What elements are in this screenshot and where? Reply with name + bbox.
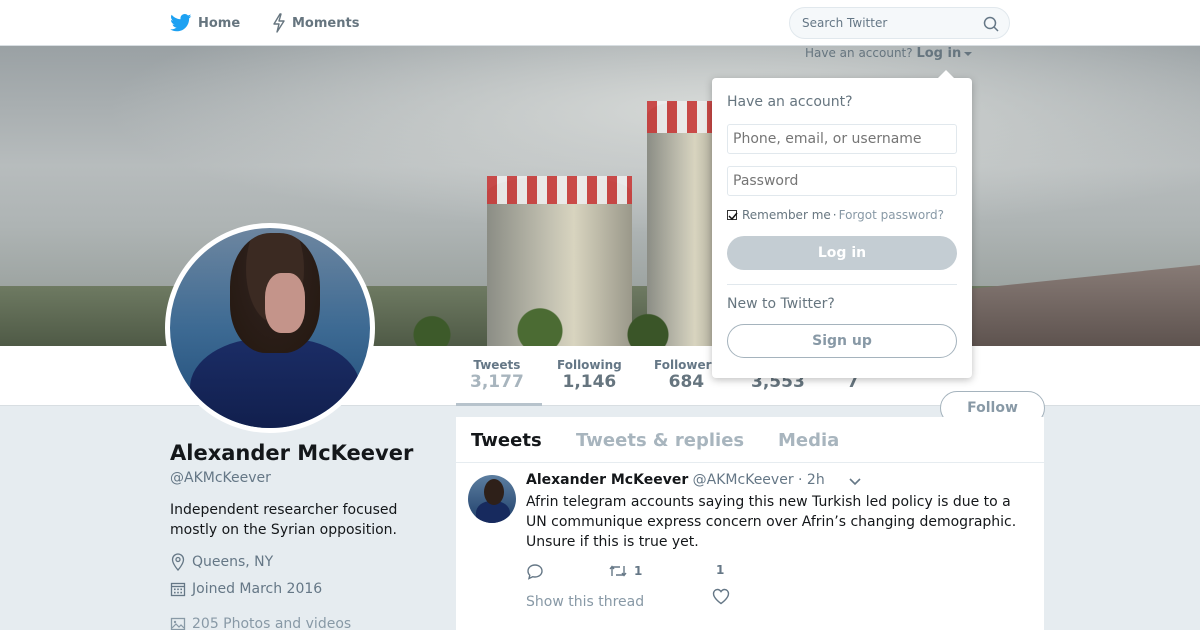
tweet-header: Alexander McKeever @AKMcKeever · 2h — [526, 472, 825, 488]
tab-tweets[interactable]: Tweets — [471, 430, 542, 451]
timeline-tabs: Tweets Tweets & replies Media — [456, 417, 1044, 463]
login-dropdown-title: Have an account? — [727, 94, 853, 110]
profile-bio: Independent researcher focused mostly on… — [170, 502, 398, 538]
login-dropdown: Have an account? Remember me · Forgot pa… — [712, 70, 972, 378]
chevron-down-icon[interactable] — [848, 477, 862, 487]
new-to-twitter-prompt: New to Twitter? — [727, 296, 835, 312]
search-icon[interactable] — [983, 16, 999, 32]
stat-label: Followers — [654, 358, 719, 372]
timeline: Tweets Tweets & replies Media Alexander … — [456, 417, 1044, 630]
like-count: 1 — [716, 563, 725, 577]
nav-moments[interactable]: Moments — [272, 0, 359, 46]
photos-videos-link[interactable]: 205 Photos and videos — [192, 616, 351, 630]
login-link[interactable]: Log in — [916, 46, 961, 61]
caret-down-icon[interactable] — [964, 51, 973, 56]
tab-media[interactable]: Media — [778, 430, 839, 451]
heart-icon[interactable] — [712, 588, 730, 605]
top-navigation-bar: Home Moments Search Twitter — [0, 0, 1200, 46]
active-stat-underline — [456, 403, 542, 406]
nav-home-label: Home — [198, 15, 241, 31]
profile-photos-videos[interactable]: 205 Photos and videos — [170, 616, 351, 630]
forgot-password-link[interactable]: Forgot password? — [839, 208, 944, 222]
profile-joined: Joined March 2016 — [170, 581, 322, 597]
twitter-bird-icon — [170, 14, 192, 32]
tweet-item[interactable]: Alexander McKeever @AKMcKeever · 2h Afri… — [456, 463, 1044, 630]
tweet-timestamp[interactable]: · 2h — [798, 472, 825, 488]
nav-moments-label: Moments — [292, 15, 360, 31]
profile-handle[interactable]: @AKMcKeever — [170, 470, 271, 486]
reply-icon[interactable] — [526, 563, 544, 580]
stat-value: 684 — [668, 372, 705, 392]
profile-avatar[interactable] — [165, 223, 375, 433]
checkmark-icon — [728, 212, 738, 221]
login-link-area[interactable]: Have an account? Log in — [805, 46, 973, 61]
location-text: Queens, NY — [192, 554, 274, 570]
stat-label: Following — [557, 358, 622, 372]
separator-dot: · — [832, 208, 837, 222]
username-field[interactable] — [727, 124, 957, 154]
nav-home[interactable]: Home — [170, 0, 240, 46]
stat-tweets[interactable]: Tweets 3,177 — [470, 358, 524, 392]
search-box[interactable]: Search Twitter — [789, 7, 1010, 39]
tweet-author-avatar[interactable] — [468, 475, 516, 523]
stat-value: 3,177 — [470, 372, 524, 392]
remember-me-checkbox[interactable] — [727, 210, 738, 221]
show-thread-link[interactable]: Show this thread — [526, 594, 644, 610]
remember-me-label[interactable]: Remember me — [742, 208, 831, 222]
tweet-author-handle[interactable]: @AKMcKeever — [693, 472, 794, 488]
divider — [727, 284, 957, 285]
location-pin-icon — [171, 553, 185, 571]
retweet-count: 1 — [634, 564, 643, 578]
signup-button[interactable]: Sign up — [727, 324, 957, 358]
tab-tweets-and-replies[interactable]: Tweets & replies — [576, 430, 744, 451]
stat-label: Tweets — [473, 358, 521, 372]
password-field[interactable] — [727, 166, 957, 196]
login-button[interactable]: Log in — [727, 236, 957, 270]
profile-name[interactable]: Alexander McKeever — [170, 441, 413, 465]
reply-action[interactable] — [526, 563, 544, 580]
tweet-text: Afrin telegram accounts saying this new … — [526, 494, 1017, 550]
retweet-action[interactable]: 1 — [608, 563, 642, 579]
image-icon — [170, 617, 186, 630]
stat-following[interactable]: Following 1,146 — [557, 358, 622, 392]
search-input[interactable]: Search Twitter — [802, 16, 887, 30]
stat-followers[interactable]: Followers 684 — [654, 358, 719, 392]
calendar-icon — [170, 582, 186, 597]
profile-location: Queens, NY — [170, 553, 273, 571]
tweet-author-name[interactable]: Alexander McKeever — [526, 472, 688, 488]
have-account-prompt: Have an account? — [805, 46, 913, 60]
lightning-bolt-icon — [273, 13, 285, 33]
stat-value: 1,146 — [562, 372, 617, 392]
remember-me-row: Remember me · Forgot password? — [727, 208, 944, 222]
retweet-icon[interactable] — [608, 563, 628, 579]
joined-text: Joined March 2016 — [192, 581, 323, 597]
like-count-label: 1 — [716, 563, 724, 577]
